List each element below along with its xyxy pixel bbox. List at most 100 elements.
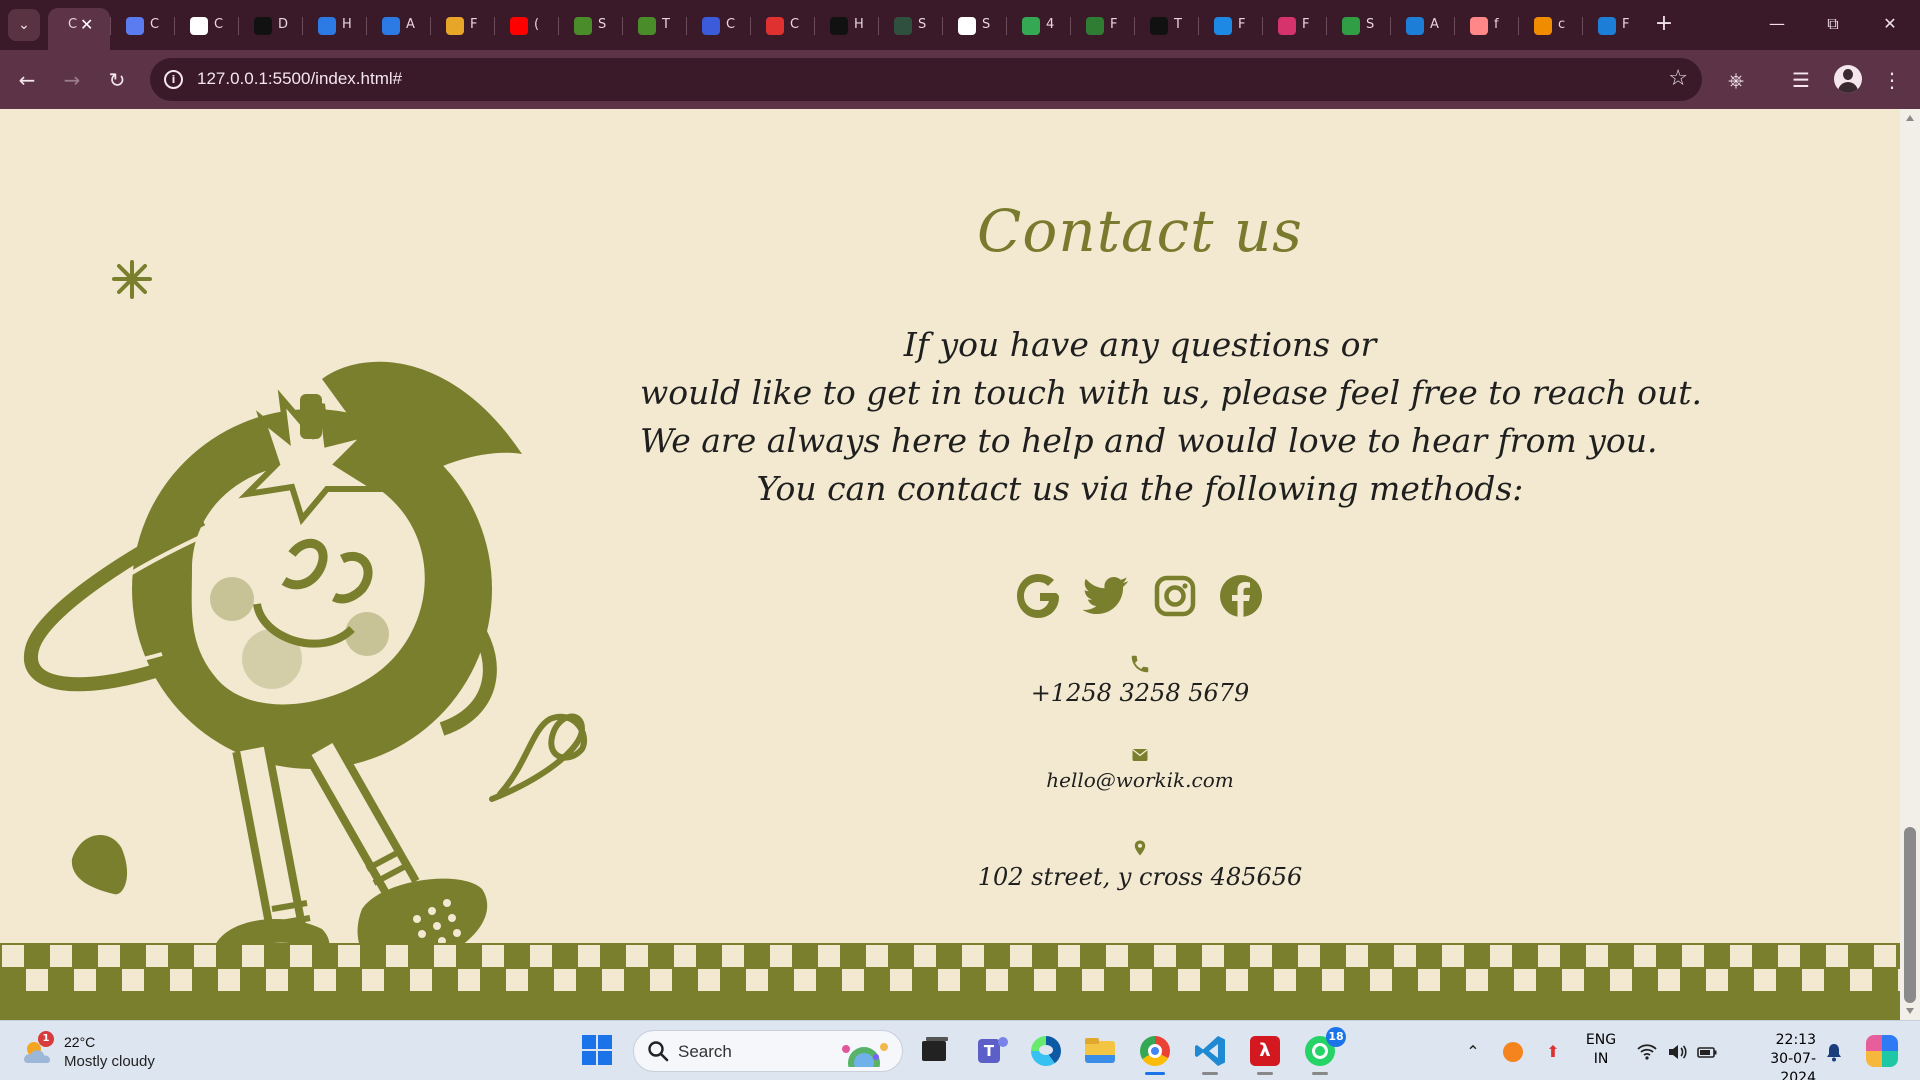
browser-tab[interactable]: S (1328, 8, 1390, 42)
clock-time: 22:13 (1775, 1032, 1816, 1048)
battery-icon[interactable] (1696, 1041, 1718, 1063)
browser-tab[interactable]: A (1392, 8, 1454, 42)
browser-tab[interactable]: S (560, 8, 622, 42)
menu-icon[interactable]: ⋮ (1878, 66, 1906, 94)
tab-favicon-icon (894, 17, 912, 35)
edge-icon[interactable] (1028, 1033, 1064, 1069)
scroll-up-arrow-icon[interactable] (1906, 115, 1914, 121)
language-indicator[interactable]: ENG IN (1584, 1031, 1618, 1069)
site-info-icon[interactable]: i (164, 70, 183, 89)
browser-tab[interactable]: A (368, 8, 430, 42)
browser-tab[interactable]: F (1072, 8, 1134, 42)
whatsapp-notification-badge: 18 (1326, 1027, 1346, 1047)
browser-tab[interactable]: ( (496, 8, 558, 42)
chrome-icon[interactable] (1137, 1033, 1173, 1075)
copilot-icon[interactable] (1866, 1035, 1898, 1067)
wifi-icon[interactable] (1636, 1041, 1658, 1063)
new-tab-button[interactable]: + (1650, 10, 1678, 38)
checker-cell (74, 969, 96, 991)
upload-tray-icon[interactable]: ⬆ (1542, 1041, 1564, 1063)
tab-search-button[interactable]: ⌄ (8, 9, 40, 41)
tab-title: ( (534, 17, 540, 32)
tab-separator (1134, 17, 1135, 35)
browser-tab[interactable]: H (816, 8, 878, 42)
weather-temperature: 22°C (64, 1034, 96, 1050)
profile-avatar[interactable] (1834, 65, 1862, 93)
checker-cell (1370, 969, 1392, 991)
browser-tab[interactable]: S (880, 8, 942, 42)
google-icon[interactable] (1014, 571, 1064, 621)
social-links (1010, 571, 1270, 631)
acrobat-icon[interactable]: λ (1247, 1033, 1283, 1075)
media-controls-icon[interactable]: ☰ (1787, 66, 1815, 94)
close-tab-icon[interactable]: ✕ (80, 15, 93, 34)
checker-cell (290, 945, 312, 967)
checker-cell (362, 969, 384, 991)
start-square (582, 1051, 596, 1065)
vscode-icon[interactable] (1192, 1033, 1228, 1075)
page-scrollbar[interactable] (1900, 109, 1920, 1020)
reload-button[interactable]: ↻ (101, 64, 133, 96)
vlc-tray-icon[interactable] (1502, 1041, 1524, 1063)
checker-cell (554, 969, 576, 991)
checker-cell (1418, 969, 1440, 991)
checker-cell (434, 945, 456, 967)
browser-tab[interactable]: f (1456, 8, 1518, 42)
checker-cell (410, 969, 432, 991)
weather-widget[interactable]: 1 22°C Mostly cloudy (22, 1031, 202, 1073)
notification-bell-icon[interactable] (1823, 1041, 1845, 1063)
tab-favicon-icon (382, 17, 400, 35)
minimize-button[interactable]: — (1757, 8, 1797, 40)
browser-tab[interactable]: C (688, 8, 750, 42)
tab-title: S (1366, 17, 1375, 32)
forward-button[interactable]: → (56, 64, 88, 96)
scrollbar-thumb[interactable] (1904, 827, 1916, 1003)
tab-title: A (406, 17, 415, 32)
checker-cell (1058, 945, 1080, 967)
browser-tab[interactable]: c (1520, 8, 1582, 42)
system-clock[interactable]: 22:13 30-07-2024 (1736, 1031, 1816, 1080)
browser-tab[interactable]: F (1200, 8, 1262, 42)
checker-cell (746, 969, 768, 991)
browser-tab[interactable]: T (1136, 8, 1198, 42)
close-window-button[interactable]: ✕ (1870, 8, 1910, 40)
checker-cell (1082, 969, 1104, 991)
volume-icon[interactable] (1666, 1041, 1688, 1063)
browser-tab[interactable]: D (240, 8, 302, 42)
scroll-down-arrow-icon[interactable] (1906, 1008, 1914, 1014)
tab-favicon-icon (1534, 17, 1552, 35)
email-address[interactable]: hello@workik.com (890, 768, 1390, 792)
browser-tab[interactable]: T (624, 8, 686, 42)
bookmark-star-icon[interactable]: ☆ (1668, 66, 1688, 91)
twitter-icon[interactable] (1082, 571, 1132, 621)
browser-tab[interactable]: 4 (1008, 8, 1070, 42)
checker-cell (218, 969, 240, 991)
file-explorer-icon[interactable] (1082, 1033, 1118, 1069)
browser-tab[interactable]: F (432, 8, 494, 42)
url-text[interactable]: 127.0.0.1:5500/index.html# (197, 69, 402, 89)
show-hidden-icons-chevron-icon[interactable]: ⌃ (1462, 1041, 1484, 1063)
taskbar-search[interactable]: Search (633, 1030, 903, 1072)
browser-tab[interactable]: F (1584, 8, 1646, 42)
phone-number[interactable]: +1258 3258 5679 (890, 679, 1390, 707)
whatsapp-icon[interactable]: 18 (1302, 1027, 1346, 1075)
instagram-icon[interactable] (1150, 571, 1200, 621)
browser-tab[interactable]: C (752, 8, 814, 42)
facebook-icon[interactable] (1216, 571, 1266, 621)
address-bar[interactable]: i 127.0.0.1:5500/index.html# ☆ (150, 58, 1702, 101)
extensions-icon[interactable]: ⎈ (1722, 66, 1750, 94)
back-button[interactable]: ← (11, 64, 43, 96)
teams-icon[interactable]: T (974, 1033, 1010, 1069)
browser-tab[interactable]: F (1264, 8, 1326, 42)
task-view-icon[interactable] (916, 1033, 952, 1069)
browser-tab[interactable]: S (944, 8, 1006, 42)
restore-button[interactable]: ⧉ (1813, 8, 1853, 40)
checker-cell (890, 969, 912, 991)
browser-tab[interactable]: C (176, 8, 238, 42)
start-button[interactable] (582, 1035, 612, 1065)
checker-cell (1250, 945, 1272, 967)
browser-tab[interactable]: H (304, 8, 366, 42)
checker-cell (1562, 969, 1584, 991)
browser-tab[interactable]: C ✕ (48, 8, 110, 50)
browser-tab[interactable]: C (112, 8, 174, 42)
